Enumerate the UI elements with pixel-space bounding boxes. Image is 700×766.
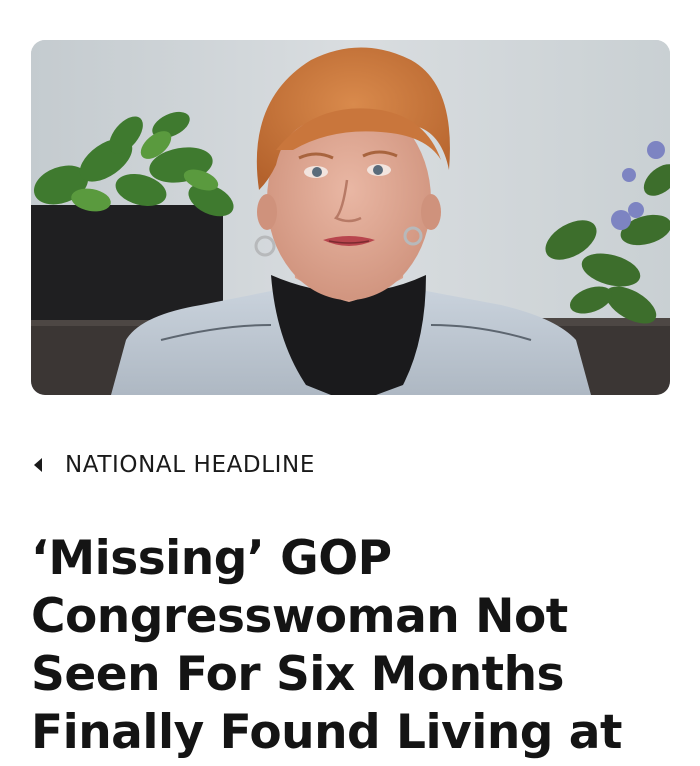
category-label[interactable]: NATIONAL HEADLINE	[65, 452, 315, 478]
interview-photo	[31, 40, 670, 395]
category-link[interactable]: NATIONAL HEADLINE	[31, 450, 315, 480]
article-headline: ‘Missing’ GOP Congresswoman Not Seen For…	[31, 531, 623, 760]
back-arrow-icon[interactable]	[31, 457, 45, 473]
article-hero-image[interactable]	[31, 40, 670, 395]
